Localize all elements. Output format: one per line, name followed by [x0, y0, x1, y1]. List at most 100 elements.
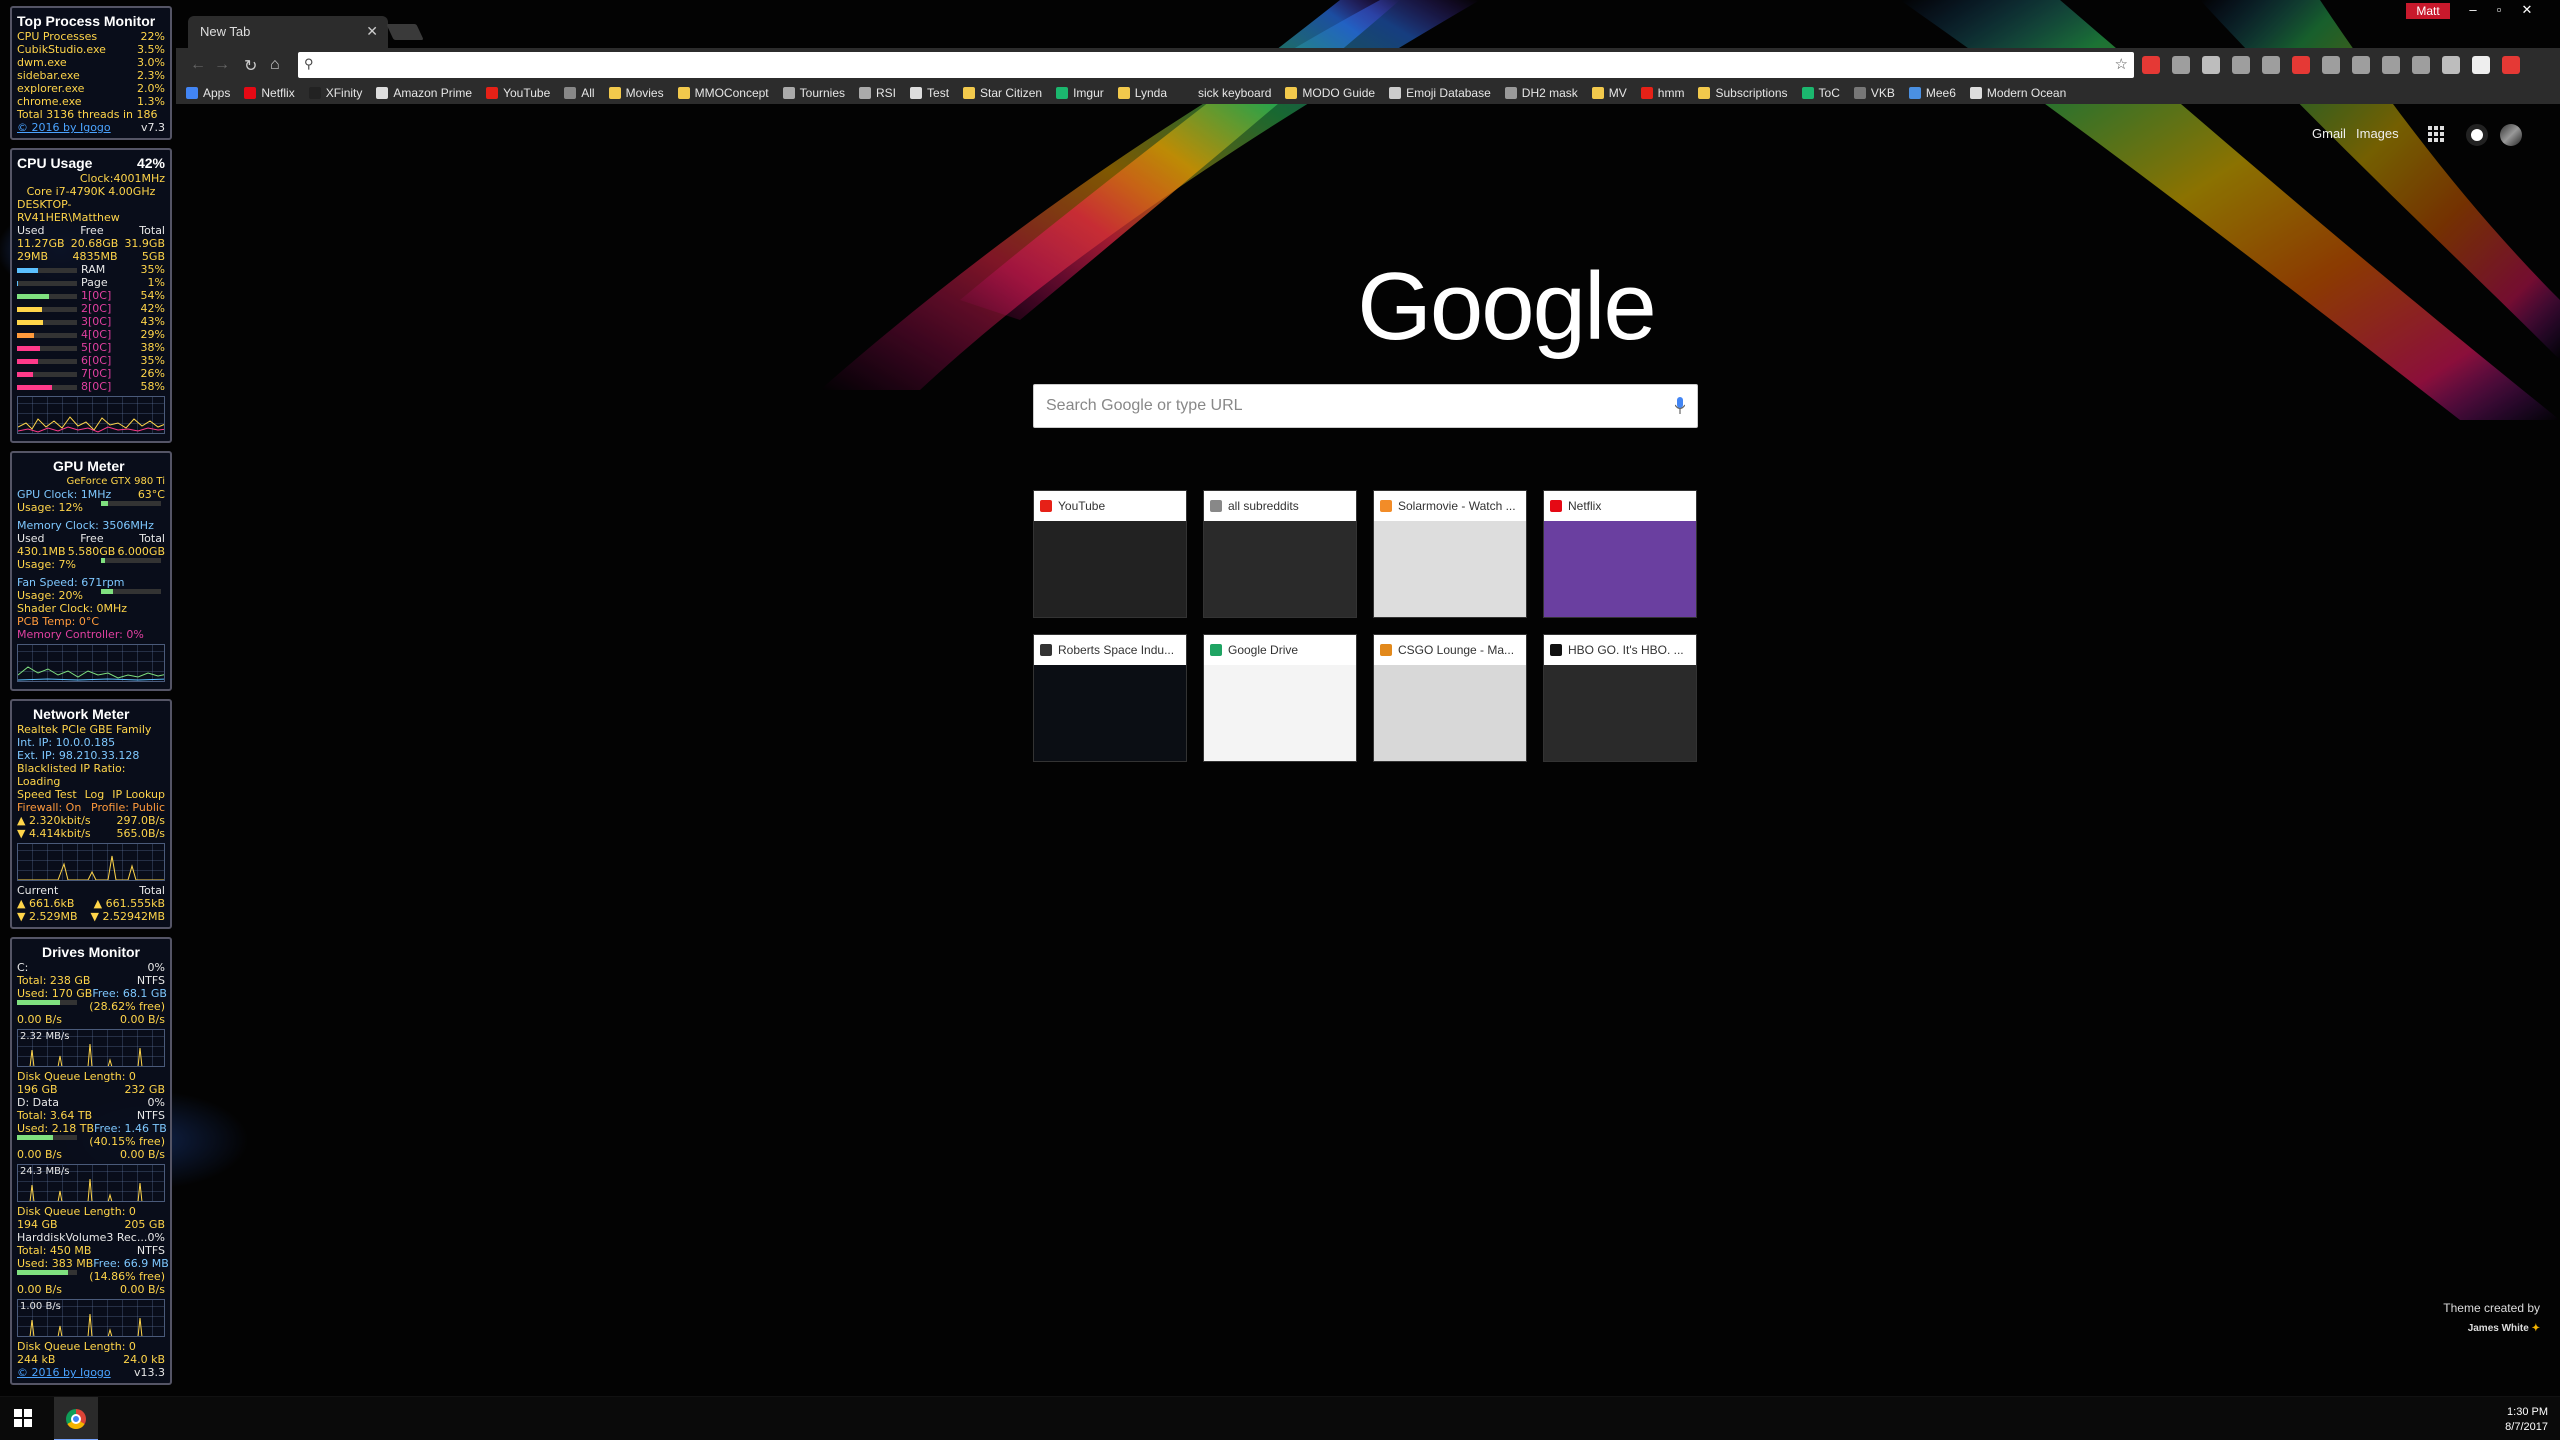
tab-new-tab[interactable]: New Tab ✕: [188, 16, 388, 48]
extension-icon[interactable]: [2322, 56, 2340, 74]
apps-grid-icon[interactable]: [2428, 126, 2444, 142]
maximize-button[interactable]: ▫: [2488, 2, 2510, 20]
bookmark-item[interactable]: Modern Ocean: [1969, 86, 2067, 100]
credit-link[interactable]: © 2016 by Igogo: [17, 1366, 111, 1379]
credit-link[interactable]: © 2016 by Igogo: [17, 121, 111, 134]
internal-ip: Int. IP: 10.0.0.185: [17, 736, 116, 749]
close-tab-icon[interactable]: ✕: [366, 23, 378, 40]
bookmark-item[interactable]: Emoji Database: [1389, 86, 1491, 100]
bookmark-item[interactable]: Movies: [608, 86, 664, 100]
extension-icon[interactable]: [2142, 56, 2160, 74]
bookmark-item[interactable]: ToC: [1801, 86, 1840, 100]
bookmark-item[interactable]: MODO Guide: [1285, 86, 1375, 100]
forward-icon[interactable]: →: [214, 56, 230, 74]
notifications-icon[interactable]: [2466, 124, 2488, 146]
back-icon[interactable]: ←: [190, 56, 206, 74]
search-input[interactable]: [1034, 385, 1634, 427]
extension-icon[interactable]: [2292, 56, 2310, 74]
bookmark-item[interactable]: Test: [910, 86, 949, 100]
cpu-processes-label: CPU Processes: [17, 30, 98, 43]
gadget-title: Network Meter: [33, 706, 130, 722]
most-visited-tile[interactable]: Solarmovie - Watch ...: [1373, 490, 1527, 618]
windows-start-icon[interactable]: [14, 1409, 32, 1427]
home-icon[interactable]: ⌂: [270, 56, 280, 74]
microphone-icon[interactable]: [1675, 397, 1685, 415]
account-avatar[interactable]: [2500, 124, 2522, 146]
bookmark-icon: [486, 87, 499, 99]
bookmark-item[interactable]: Star Citizen: [963, 86, 1042, 100]
gpu-clock: GPU Clock: 1MHz: [17, 488, 112, 501]
most-visited-tile[interactable]: Netflix: [1543, 490, 1697, 618]
bookmark-label: Modern Ocean: [1986, 86, 2067, 100]
address-bar[interactable]: ⚲ ☆: [298, 52, 2134, 78]
most-visited-tile[interactable]: all subreddits: [1203, 490, 1357, 618]
most-visited-tile[interactable]: HBO GO. It's HBO. ...: [1543, 634, 1697, 762]
bookmark-item[interactable]: DH2 mask: [1504, 86, 1578, 100]
page-value: 1%: [147, 276, 165, 289]
process-value: 1.3%: [137, 95, 165, 108]
most-visited-tile[interactable]: Roberts Space Indu...: [1033, 634, 1187, 762]
bookmark-item[interactable]: VKB: [1853, 86, 1895, 100]
bookmark-star-icon[interactable]: ☆: [2115, 55, 2128, 73]
speed-test-link[interactable]: Speed Test: [17, 788, 77, 801]
extension-icon[interactable]: [2202, 56, 2220, 74]
extension-icon[interactable]: [2502, 56, 2520, 74]
gmail-link[interactable]: Gmail: [2312, 126, 2346, 141]
core-bar: [17, 358, 77, 364]
bookmark-item[interactable]: Apps: [186, 86, 230, 100]
bookmark-item[interactable]: RSI: [859, 86, 896, 100]
bookmark-item[interactable]: hmm: [1640, 86, 1684, 100]
bookmark-item[interactable]: Imgur: [1056, 86, 1104, 100]
most-visited-tile[interactable]: YouTube: [1033, 490, 1187, 618]
extension-icon[interactable]: [2412, 56, 2430, 74]
page-label: Page: [81, 276, 108, 289]
most-visited-tile[interactable]: CSGO Lounge - Ma...: [1373, 634, 1527, 762]
extension-icon[interactable]: [2382, 56, 2400, 74]
extension-icon[interactable]: [2232, 56, 2250, 74]
theme-author[interactable]: James White: [2468, 1323, 2529, 1334]
core-label: 8[0C]: [81, 380, 112, 393]
extension-icon[interactable]: [2442, 56, 2460, 74]
bookmark-item[interactable]: Subscriptions: [1698, 86, 1788, 100]
process-row: sidebar.exe 2.3%: [17, 69, 165, 82]
extension-icon[interactable]: [2472, 56, 2490, 74]
tile-favicon: [1040, 500, 1052, 512]
bookmark-item[interactable]: MV: [1591, 86, 1627, 100]
bookmark-item[interactable]: All: [564, 86, 595, 100]
taskbar-chrome-button[interactable]: [54, 1397, 98, 1440]
minimize-button[interactable]: –: [2462, 2, 2484, 20]
log-link[interactable]: Log: [85, 788, 105, 801]
bookmark-item[interactable]: Mee6: [1908, 86, 1956, 100]
bookmark-item[interactable]: Amazon Prime: [376, 86, 472, 100]
extension-icon[interactable]: [2262, 56, 2280, 74]
bookmark-item[interactable]: Lynda: [1117, 86, 1167, 100]
new-tab-page: Gmail Images Google YouTube all subreddit…: [176, 104, 2560, 1396]
drive-free: Free: 1.46 TB: [94, 1122, 167, 1135]
bookmarks-bar: Apps Netflix XFinity Amazon Prime YouTube All…: [176, 82, 2560, 104]
system-clock[interactable]: 1:30 PM 8/7/2017: [2505, 1405, 2548, 1435]
drive-block: HarddiskVolume3 Rec... 0% Total: 450 MB NTF…: [17, 1231, 169, 1366]
profile-button[interactable]: Matt: [2406, 3, 2450, 19]
page-free: 4835MB: [72, 250, 118, 263]
bookmark-item[interactable]: sick keyboard: [1181, 86, 1271, 100]
cpu-usage-value: 42%: [136, 155, 165, 171]
bookmark-item[interactable]: Netflix: [244, 86, 295, 100]
drive-fs: NTFS: [136, 974, 165, 987]
bookmark-item[interactable]: MMOConcept: [677, 86, 769, 100]
drive-counter-a: 196 GB: [17, 1083, 58, 1096]
images-link[interactable]: Images: [2356, 126, 2399, 141]
bookmark-item[interactable]: Tournies: [782, 86, 845, 100]
most-visited-tile[interactable]: Google Drive: [1203, 634, 1357, 762]
extension-icon[interactable]: [2172, 56, 2190, 74]
search-box[interactable]: [1033, 384, 1698, 428]
bookmark-icon: [1389, 87, 1402, 99]
reload-icon[interactable]: ↻: [244, 56, 257, 76]
extension-icon[interactable]: [2352, 56, 2370, 74]
close-window-button[interactable]: ✕: [2516, 2, 2538, 20]
bookmark-label: sick keyboard: [1198, 86, 1272, 100]
bookmark-item[interactable]: XFinity: [308, 86, 362, 100]
new-tab-button[interactable]: [386, 24, 424, 40]
bookmark-item[interactable]: YouTube: [486, 86, 550, 100]
ip-lookup-link[interactable]: IP Lookup: [112, 788, 165, 801]
drive-read-rate: 0.00 B/s: [17, 1013, 62, 1026]
